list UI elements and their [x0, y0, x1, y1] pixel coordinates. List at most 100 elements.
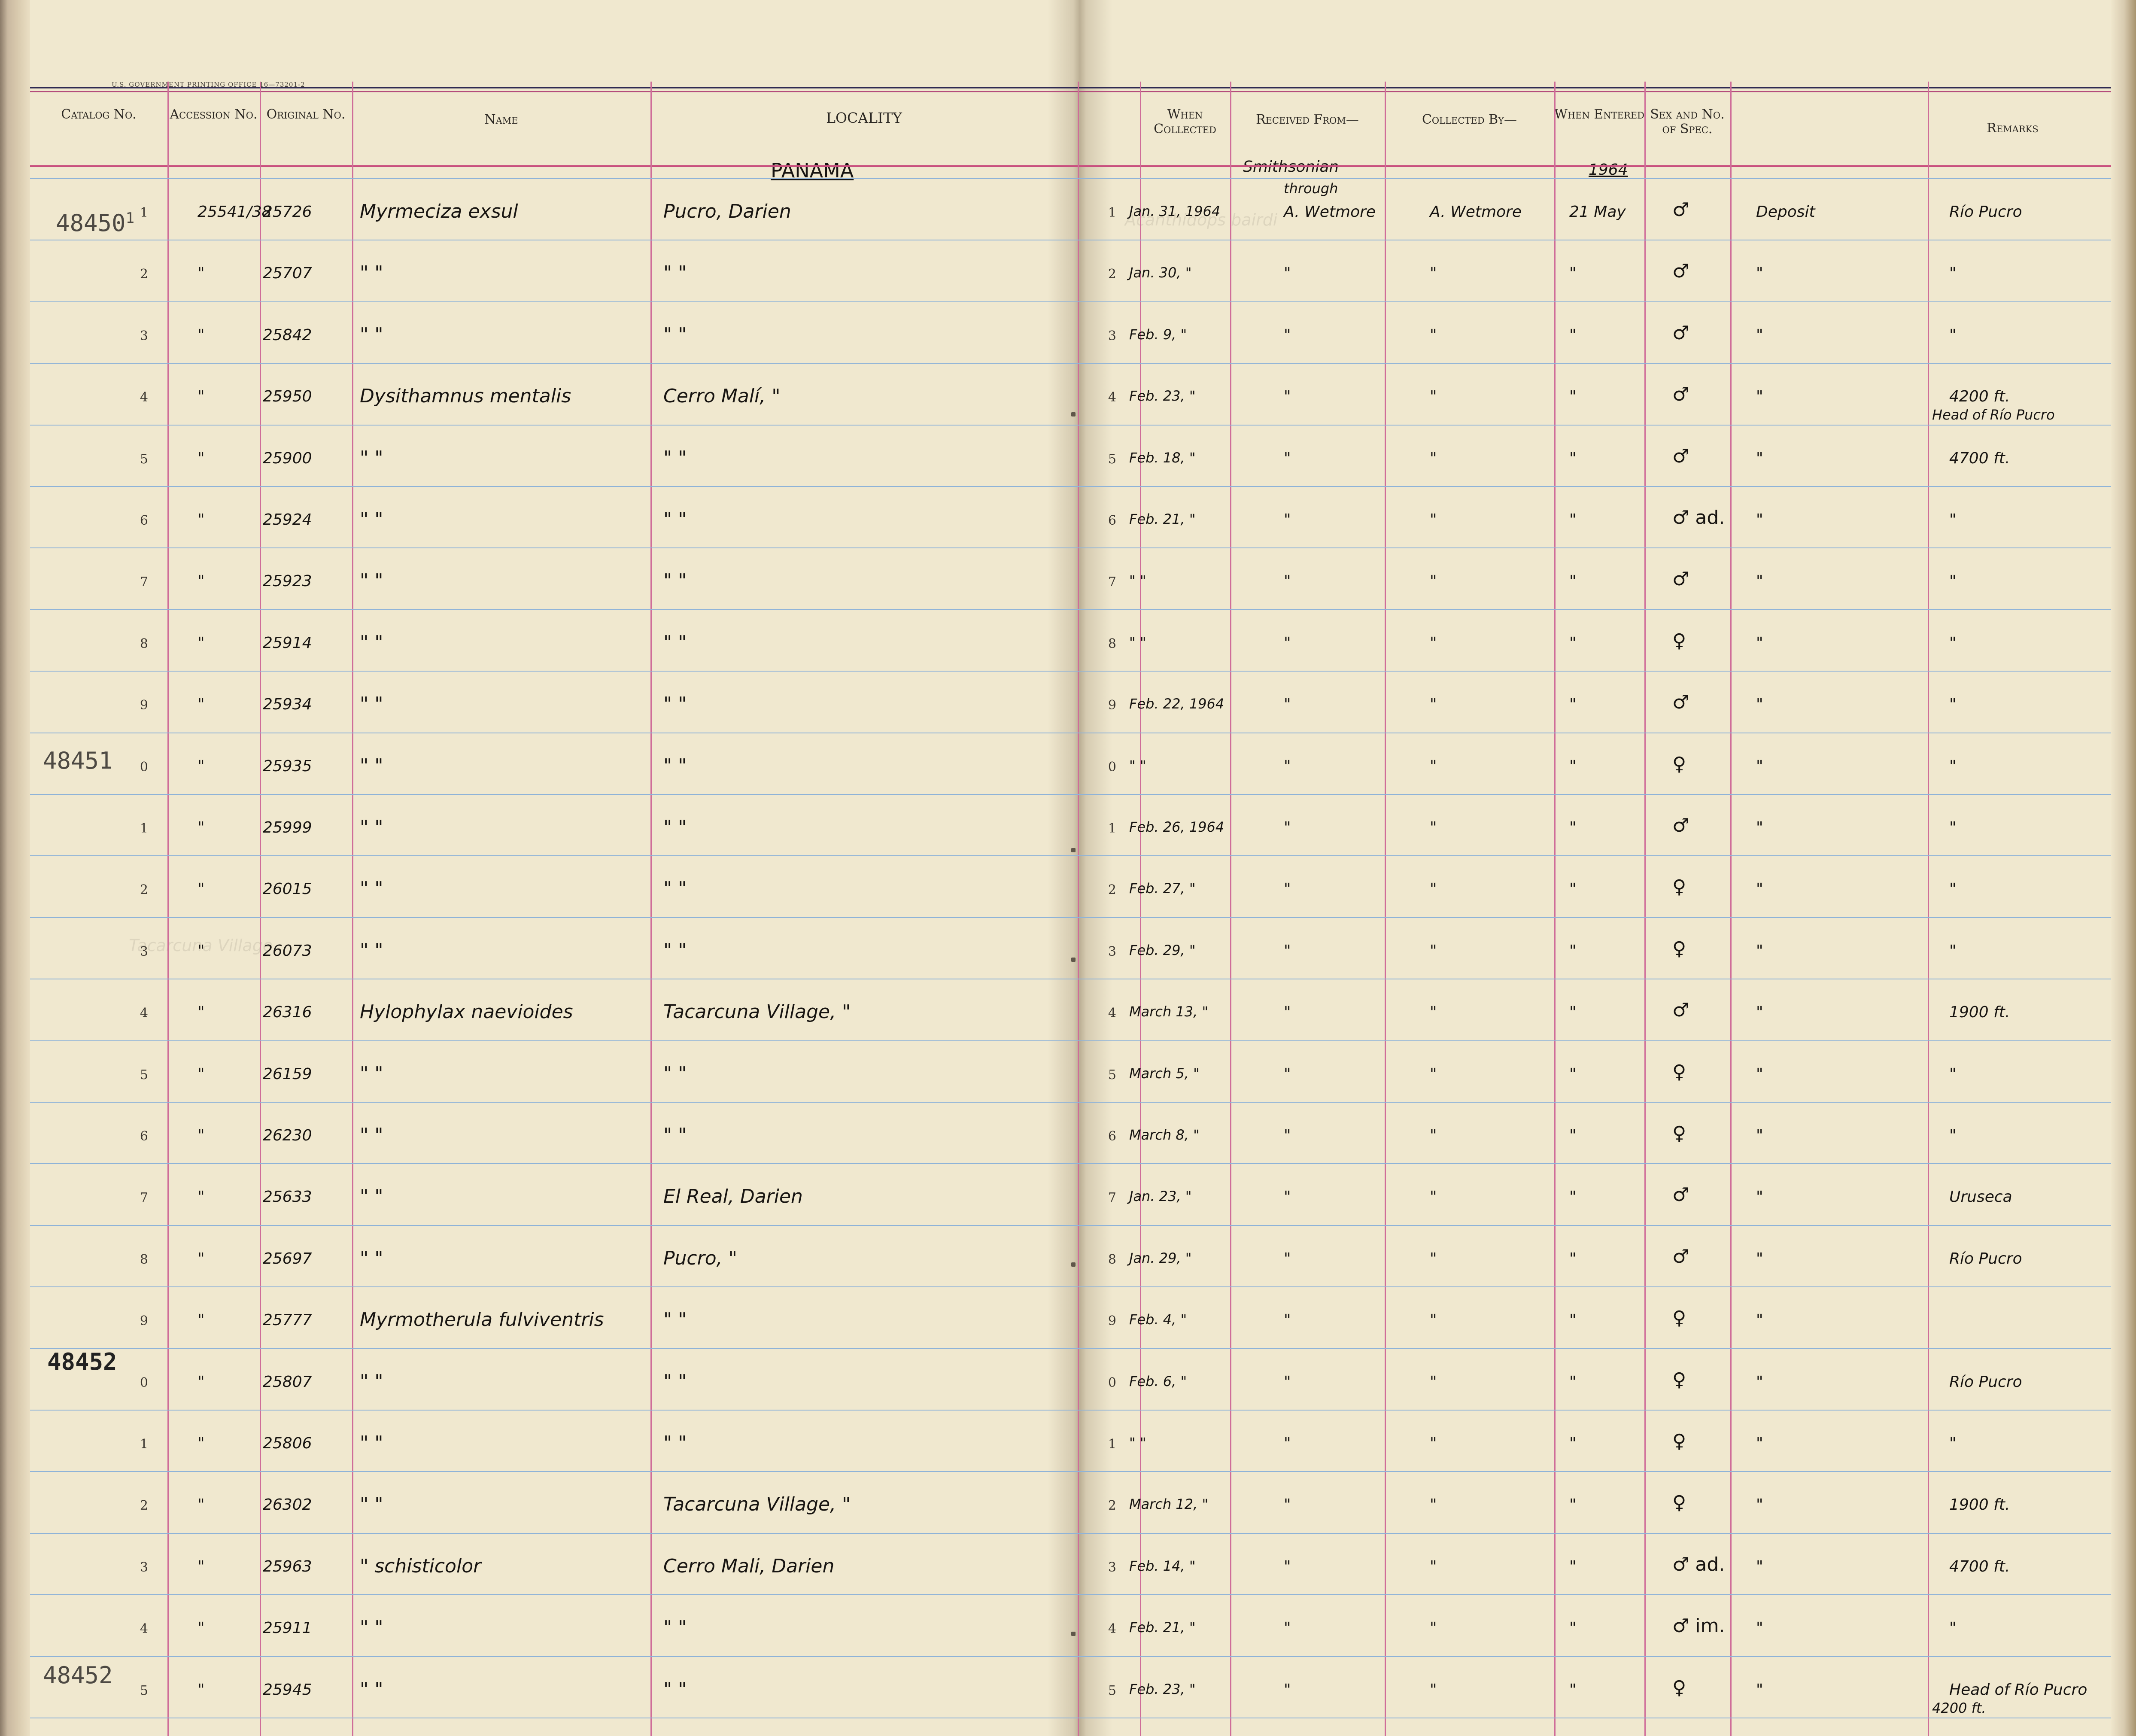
specimen-name: " " — [360, 1370, 383, 1392]
when-collected: March 8, " — [1129, 1127, 1200, 1143]
row-number-right: 9 — [1108, 1313, 1116, 1329]
locality: Cerro Malí, " — [663, 385, 781, 407]
original-no: 25999 — [263, 819, 312, 836]
accession-no: " — [197, 1435, 205, 1452]
deposit-note: " — [1756, 1681, 1763, 1699]
received-from: " — [1284, 1003, 1291, 1022]
row-number-right: 2 — [1108, 882, 1116, 898]
catalog-stamp: 484501 — [56, 210, 135, 237]
when-entered: " — [1569, 326, 1577, 344]
locality: " " — [663, 570, 687, 592]
specimen-name: " " — [360, 1432, 383, 1454]
remarks: Río Pucro — [1949, 1373, 2022, 1391]
locality: " " — [663, 631, 687, 654]
sex-and-count: ♂ — [1672, 1245, 1689, 1268]
received-from: " — [1284, 388, 1291, 406]
row-rule — [30, 1225, 2111, 1226]
original-no: 25924 — [263, 511, 312, 529]
specimen-name: " " — [360, 447, 383, 469]
deposit-note: " — [1756, 511, 1763, 529]
accession-no: " — [197, 1496, 205, 1514]
specimen-name: Hylophylax naevioides — [360, 1001, 573, 1023]
specimen-name: " " — [360, 1247, 383, 1269]
when-entered: " — [1569, 819, 1577, 836]
row-number-right: 4 — [1108, 1006, 1116, 1021]
received-from: " — [1284, 1681, 1291, 1699]
locality: " " — [663, 262, 687, 284]
deposit-note: " — [1756, 819, 1763, 836]
row-number-right: 2 — [1108, 1498, 1116, 1514]
catalog-stamp: 48452 — [47, 1348, 117, 1375]
header-received-from: Received From— — [1256, 112, 1359, 127]
when-collected: Jan. 31, 1964 — [1129, 203, 1221, 219]
row-rule — [30, 671, 2111, 672]
collected-by: " — [1430, 1065, 1437, 1083]
locality: " " — [663, 1370, 687, 1392]
collected-by: " — [1430, 1373, 1437, 1391]
column-rule — [167, 82, 169, 1736]
row-number: 4 — [140, 1621, 148, 1637]
deposit-note: " — [1756, 1373, 1763, 1391]
original-no: 25806 — [263, 1435, 312, 1452]
right-page-edge — [2111, 0, 2136, 1736]
collected-by: " — [1430, 1681, 1437, 1699]
deposit-note: " — [1756, 1003, 1763, 1022]
original-no: 26230 — [263, 1127, 312, 1144]
row-number: 0 — [140, 1375, 148, 1390]
received-from: " — [1284, 1619, 1291, 1637]
sex-and-count: ♂ — [1672, 1184, 1689, 1206]
row-number-right: 1 — [1108, 821, 1116, 836]
deposit-note: " — [1756, 757, 1763, 775]
specimen-name: " " — [360, 754, 383, 777]
header-catalog-no: Catalog No. — [61, 107, 137, 122]
row-rule — [30, 609, 2111, 610]
row-number: 2 — [140, 267, 148, 282]
row-number-right: 3 — [1108, 944, 1116, 959]
accession-no: " — [197, 1250, 205, 1268]
ledger-spread: Acanthidops bairdi Tacarcuna Village U.S… — [0, 0, 2136, 1736]
received-from: " — [1284, 1311, 1291, 1329]
when-entered: " — [1569, 1250, 1577, 1268]
original-no: 25707 — [263, 265, 312, 283]
row-rule — [30, 424, 2111, 426]
row-number-right: 1 — [1108, 205, 1116, 220]
row-number-right: 6 — [1108, 513, 1116, 528]
collected-by: " — [1430, 388, 1437, 406]
collected-by: " — [1430, 1619, 1437, 1637]
row-rule — [30, 363, 2111, 364]
row-rule — [30, 178, 2111, 179]
header-collected-by: Collected By— — [1422, 112, 1517, 127]
sex-and-count: ♂ ad. — [1672, 1553, 1725, 1575]
when-entered: " — [1569, 1681, 1577, 1699]
row-number: 9 — [140, 698, 148, 713]
locality: " " — [663, 1062, 687, 1085]
deposit-note: " — [1756, 572, 1763, 590]
accession-no: " — [197, 511, 205, 529]
remarks: 4200 ft. — [1949, 388, 2010, 406]
sex-and-count: ♂ — [1672, 383, 1689, 406]
deposit-note: " — [1756, 942, 1763, 960]
deposit-note: " — [1756, 634, 1763, 652]
original-no: 26073 — [263, 942, 312, 960]
sex-and-count: ♂ — [1672, 445, 1689, 467]
top-rule — [30, 87, 2111, 88]
when-entered: 21 May — [1569, 203, 1626, 221]
remarks: 4700 ft. — [1949, 449, 2010, 467]
deposit-note: " — [1756, 1250, 1763, 1268]
row-number-right: 8 — [1108, 1252, 1116, 1267]
row-number: 1 — [140, 821, 148, 836]
locality: El Real, Darien — [663, 1186, 803, 1208]
column-rule — [1230, 82, 1231, 1736]
specimen-name: " " — [360, 262, 383, 284]
received-from: " — [1284, 757, 1291, 775]
accession-no: " — [197, 1373, 205, 1391]
collected-by: " — [1430, 696, 1437, 714]
when-entered: " — [1569, 449, 1577, 467]
received-from: " — [1284, 1435, 1291, 1452]
row-number: 7 — [140, 1190, 148, 1206]
row-rule — [30, 1163, 2111, 1164]
sex-and-count: ♂ ad. — [1672, 507, 1725, 529]
specimen-name: " " — [360, 1617, 383, 1639]
remarks: " — [1949, 880, 1957, 898]
remarks: " — [1949, 1127, 1957, 1144]
